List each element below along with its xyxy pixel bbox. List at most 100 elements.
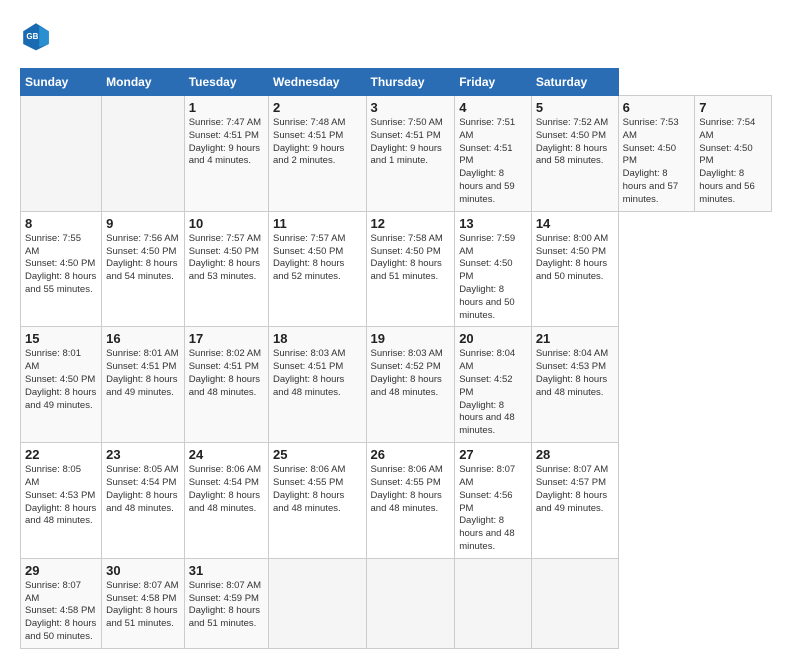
header-day: Monday [102, 69, 185, 96]
day-number: 21 [536, 331, 614, 346]
calendar-day-cell: 7 Sunrise: 7:54 AMSunset: 4:50 PMDayligh… [695, 96, 772, 212]
day-number: 25 [273, 447, 361, 462]
calendar-day-cell: 20 Sunrise: 8:04 AMSunset: 4:52 PMDaylig… [455, 327, 532, 443]
header: GB [20, 20, 772, 52]
day-number: 24 [189, 447, 264, 462]
day-info: Sunrise: 7:53 AMSunset: 4:50 PMDaylight:… [623, 117, 691, 207]
day-number: 3 [371, 100, 451, 115]
day-info: Sunrise: 8:06 AMSunset: 4:55 PMDaylight:… [371, 464, 451, 515]
calendar-day-cell: 3 Sunrise: 7:50 AMSunset: 4:51 PMDayligh… [366, 96, 455, 212]
day-info: Sunrise: 7:55 AMSunset: 4:50 PMDaylight:… [25, 233, 97, 297]
day-info: Sunrise: 8:05 AMSunset: 4:53 PMDaylight:… [25, 464, 97, 528]
day-info: Sunrise: 7:57 AMSunset: 4:50 PMDaylight:… [189, 233, 264, 284]
day-number: 15 [25, 331, 97, 346]
day-info: Sunrise: 8:07 AMSunset: 4:56 PMDaylight:… [459, 464, 527, 554]
day-number: 22 [25, 447, 97, 462]
day-number: 9 [106, 216, 180, 231]
day-number: 2 [273, 100, 361, 115]
calendar-day-cell: 15 Sunrise: 8:01 AMSunset: 4:50 PMDaylig… [21, 327, 102, 443]
day-info: Sunrise: 7:59 AMSunset: 4:50 PMDaylight:… [459, 233, 527, 323]
day-info: Sunrise: 7:56 AMSunset: 4:50 PMDaylight:… [106, 233, 180, 284]
calendar-week-row: 15 Sunrise: 8:01 AMSunset: 4:50 PMDaylig… [21, 327, 772, 443]
calendar-day-cell: 22 Sunrise: 8:05 AMSunset: 4:53 PMDaylig… [21, 443, 102, 559]
calendar-day-cell: 9 Sunrise: 7:56 AMSunset: 4:50 PMDayligh… [102, 211, 185, 327]
empty-cell [269, 558, 366, 648]
day-number: 28 [536, 447, 614, 462]
calendar-day-cell: 21 Sunrise: 8:04 AMSunset: 4:53 PMDaylig… [531, 327, 618, 443]
day-number: 16 [106, 331, 180, 346]
day-number: 26 [371, 447, 451, 462]
calendar-day-cell: 18 Sunrise: 8:03 AMSunset: 4:51 PMDaylig… [269, 327, 366, 443]
day-info: Sunrise: 8:03 AMSunset: 4:52 PMDaylight:… [371, 348, 451, 399]
day-info: Sunrise: 7:58 AMSunset: 4:50 PMDaylight:… [371, 233, 451, 284]
svg-text:GB: GB [26, 32, 38, 41]
day-info: Sunrise: 8:01 AMSunset: 4:50 PMDaylight:… [25, 348, 97, 412]
calendar-day-cell: 24 Sunrise: 8:06 AMSunset: 4:54 PMDaylig… [184, 443, 268, 559]
calendar-day-cell: 5 Sunrise: 7:52 AMSunset: 4:50 PMDayligh… [531, 96, 618, 212]
calendar-day-cell: 28 Sunrise: 8:07 AMSunset: 4:57 PMDaylig… [531, 443, 618, 559]
calendar-day-cell: 31 Sunrise: 8:07 AMSunset: 4:59 PMDaylig… [184, 558, 268, 648]
day-info: Sunrise: 8:03 AMSunset: 4:51 PMDaylight:… [273, 348, 361, 399]
empty-cell [455, 558, 532, 648]
header-day: Sunday [21, 69, 102, 96]
day-info: Sunrise: 8:07 AMSunset: 4:58 PMDaylight:… [106, 580, 180, 631]
header-day: Wednesday [269, 69, 366, 96]
calendar-day-cell: 11 Sunrise: 7:57 AMSunset: 4:50 PMDaylig… [269, 211, 366, 327]
logo-icon: GB [20, 20, 52, 52]
calendar-day-cell: 6 Sunrise: 7:53 AMSunset: 4:50 PMDayligh… [618, 96, 695, 212]
day-info: Sunrise: 7:52 AMSunset: 4:50 PMDaylight:… [536, 117, 614, 168]
empty-cell [21, 96, 102, 212]
day-number: 18 [273, 331, 361, 346]
day-number: 6 [623, 100, 691, 115]
calendar-day-cell: 23 Sunrise: 8:05 AMSunset: 4:54 PMDaylig… [102, 443, 185, 559]
day-number: 4 [459, 100, 527, 115]
calendar-day-cell: 25 Sunrise: 8:06 AMSunset: 4:55 PMDaylig… [269, 443, 366, 559]
calendar-day-cell: 2 Sunrise: 7:48 AMSunset: 4:51 PMDayligh… [269, 96, 366, 212]
day-info: Sunrise: 7:47 AMSunset: 4:51 PMDaylight:… [189, 117, 264, 168]
header-day: Friday [455, 69, 532, 96]
day-info: Sunrise: 8:00 AMSunset: 4:50 PMDaylight:… [536, 233, 614, 284]
day-number: 11 [273, 216, 361, 231]
day-number: 12 [371, 216, 451, 231]
empty-cell [366, 558, 455, 648]
day-number: 31 [189, 563, 264, 578]
header-day: Tuesday [184, 69, 268, 96]
day-number: 20 [459, 331, 527, 346]
calendar-day-cell: 16 Sunrise: 8:01 AMSunset: 4:51 PMDaylig… [102, 327, 185, 443]
calendar-day-cell: 12 Sunrise: 7:58 AMSunset: 4:50 PMDaylig… [366, 211, 455, 327]
day-info: Sunrise: 8:06 AMSunset: 4:54 PMDaylight:… [189, 464, 264, 515]
day-number: 30 [106, 563, 180, 578]
day-number: 23 [106, 447, 180, 462]
day-info: Sunrise: 8:07 AMSunset: 4:59 PMDaylight:… [189, 580, 264, 631]
day-number: 10 [189, 216, 264, 231]
calendar-header: SundayMondayTuesdayWednesdayThursdayFrid… [21, 69, 772, 96]
day-info: Sunrise: 7:57 AMSunset: 4:50 PMDaylight:… [273, 233, 361, 284]
empty-cell [531, 558, 618, 648]
calendar-day-cell: 8 Sunrise: 7:55 AMSunset: 4:50 PMDayligh… [21, 211, 102, 327]
day-number: 17 [189, 331, 264, 346]
day-info: Sunrise: 7:50 AMSunset: 4:51 PMDaylight:… [371, 117, 451, 168]
day-info: Sunrise: 8:04 AMSunset: 4:52 PMDaylight:… [459, 348, 527, 438]
calendar-body: 1 Sunrise: 7:47 AMSunset: 4:51 PMDayligh… [21, 96, 772, 649]
calendar-week-row: 8 Sunrise: 7:55 AMSunset: 4:50 PMDayligh… [21, 211, 772, 327]
day-number: 7 [699, 100, 767, 115]
calendar-week-row: 29 Sunrise: 8:07 AMSunset: 4:58 PMDaylig… [21, 558, 772, 648]
day-info: Sunrise: 8:02 AMSunset: 4:51 PMDaylight:… [189, 348, 264, 399]
calendar-day-cell: 27 Sunrise: 8:07 AMSunset: 4:56 PMDaylig… [455, 443, 532, 559]
day-info: Sunrise: 8:04 AMSunset: 4:53 PMDaylight:… [536, 348, 614, 399]
calendar-week-row: 1 Sunrise: 7:47 AMSunset: 4:51 PMDayligh… [21, 96, 772, 212]
day-number: 14 [536, 216, 614, 231]
day-info: Sunrise: 8:01 AMSunset: 4:51 PMDaylight:… [106, 348, 180, 399]
header-day: Thursday [366, 69, 455, 96]
header-row: SundayMondayTuesdayWednesdayThursdayFrid… [21, 69, 772, 96]
day-number: 13 [459, 216, 527, 231]
day-number: 19 [371, 331, 451, 346]
calendar-week-row: 22 Sunrise: 8:05 AMSunset: 4:53 PMDaylig… [21, 443, 772, 559]
calendar-day-cell: 13 Sunrise: 7:59 AMSunset: 4:50 PMDaylig… [455, 211, 532, 327]
day-info: Sunrise: 8:06 AMSunset: 4:55 PMDaylight:… [273, 464, 361, 515]
day-info: Sunrise: 8:05 AMSunset: 4:54 PMDaylight:… [106, 464, 180, 515]
calendar-day-cell: 26 Sunrise: 8:06 AMSunset: 4:55 PMDaylig… [366, 443, 455, 559]
logo: GB [20, 20, 56, 52]
day-info: Sunrise: 7:54 AMSunset: 4:50 PMDaylight:… [699, 117, 767, 207]
calendar-day-cell: 17 Sunrise: 8:02 AMSunset: 4:51 PMDaylig… [184, 327, 268, 443]
